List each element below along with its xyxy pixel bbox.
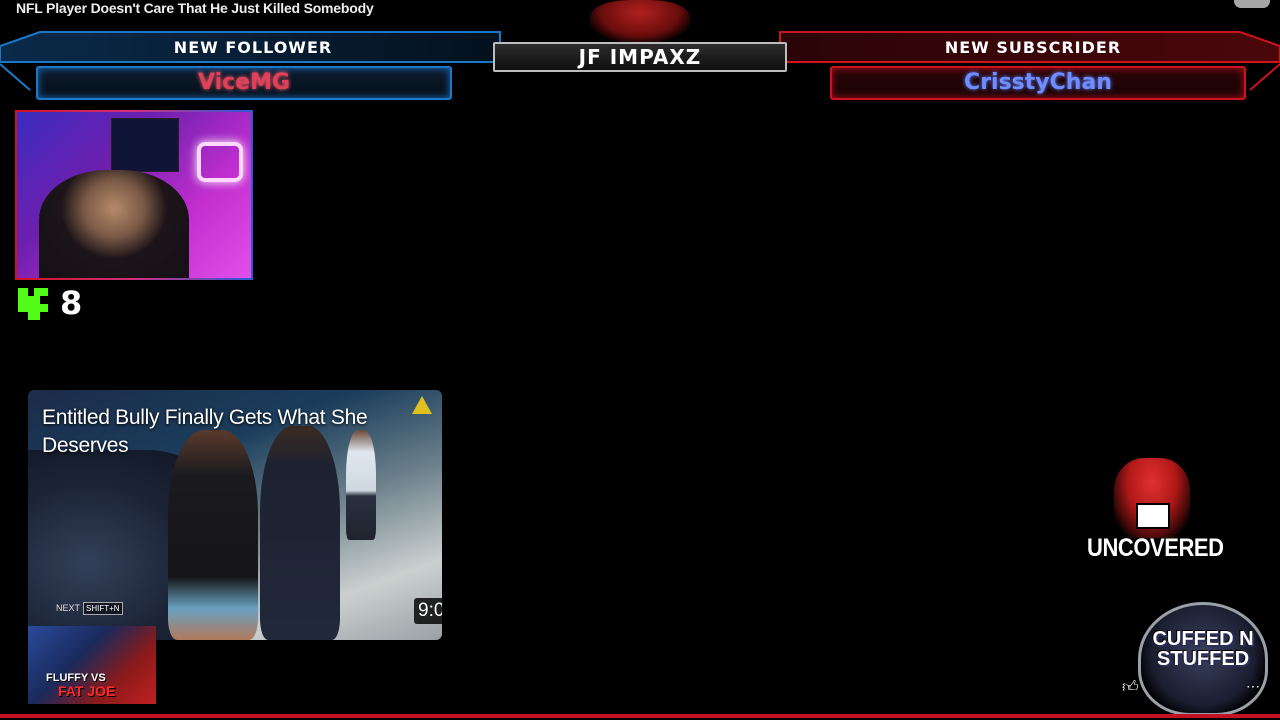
new-follower-name: ViceMG bbox=[36, 66, 452, 100]
next-video-thumbnail[interactable]: FLUFFY VS FAT JOE bbox=[28, 626, 156, 704]
next-thumb-caption-accent: FAT JOE bbox=[58, 683, 116, 699]
new-subscriber-name: CrisstyChan bbox=[830, 66, 1246, 100]
card-thumbnail-person bbox=[168, 430, 258, 640]
webcam-poster bbox=[111, 118, 179, 172]
host-silhouette bbox=[590, 0, 690, 42]
kick-viewer-count: 8 bbox=[60, 284, 83, 322]
cuffed-n-stuffed-logo: CUFFED N STUFFED bbox=[1138, 602, 1268, 716]
channel-name-plate: JF IMPAXZ bbox=[493, 42, 787, 72]
webcam-feed bbox=[15, 110, 253, 280]
streamer-image bbox=[39, 170, 189, 278]
top-right-badge-icon[interactable] bbox=[1234, 0, 1270, 8]
thumbs-up-icon[interactable]: 👍︎ bbox=[1122, 678, 1139, 697]
next-video-label: NEXT bbox=[56, 603, 81, 613]
end-card-title: Entitled Bully Finally Gets What She Des… bbox=[42, 406, 368, 457]
new-subscriber-heading: NEW SUBSCRIDER bbox=[944, 38, 1122, 57]
uncovered-logo-text: UNCOVERED bbox=[1087, 534, 1224, 562]
warning-badge-icon bbox=[412, 396, 432, 414]
uncovered-document-icon bbox=[1136, 503, 1170, 529]
end-card-duration: 9:00 bbox=[414, 598, 442, 624]
webcam-neon-sign bbox=[197, 142, 243, 182]
kick-logo-icon bbox=[18, 288, 48, 320]
next-shortcut-key: SHIFT+N bbox=[83, 602, 123, 615]
video-title: NFL Player Doesn't Care That He Just Kil… bbox=[16, 0, 374, 16]
new-follower-heading: NEW FOLLOWER bbox=[173, 38, 333, 57]
more-options-icon[interactable]: ⋯ bbox=[1246, 678, 1261, 695]
video-progress-bar[interactable] bbox=[0, 714, 1280, 718]
cuffed-logo-text: CUFFED N STUFFED bbox=[1152, 628, 1254, 670]
